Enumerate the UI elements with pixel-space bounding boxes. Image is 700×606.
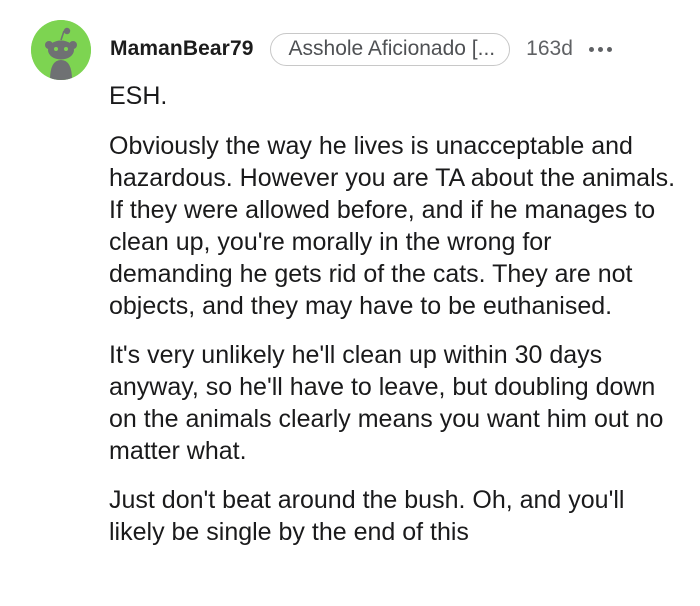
comment-paragraph: Just don't beat around the bush. Oh, and… — [109, 486, 625, 546]
ellipsis-icon[interactable] — [588, 39, 612, 59]
comment-body: ESH. Obviously the way he lives is unacc… — [109, 80, 679, 565]
comment-paragraph: ESH. — [109, 82, 168, 110]
user-flair: Asshole Aficionado [... — [269, 32, 511, 66]
comment-paragraph: It's very unlikely he'll clean up within… — [109, 341, 664, 465]
comment-header: MamanBear79 Asshole Aficionado [... 163d — [110, 30, 682, 68]
username[interactable]: MamanBear79 — [110, 37, 254, 61]
snoo-avatar-icon — [31, 20, 91, 80]
avatar[interactable] — [31, 20, 91, 80]
comment-age: 163d — [526, 37, 573, 60]
comment: MamanBear79 Asshole Aficionado [... 163d… — [0, 0, 700, 606]
comment-paragraph: Obviously the way he lives is unacceptab… — [109, 132, 676, 320]
